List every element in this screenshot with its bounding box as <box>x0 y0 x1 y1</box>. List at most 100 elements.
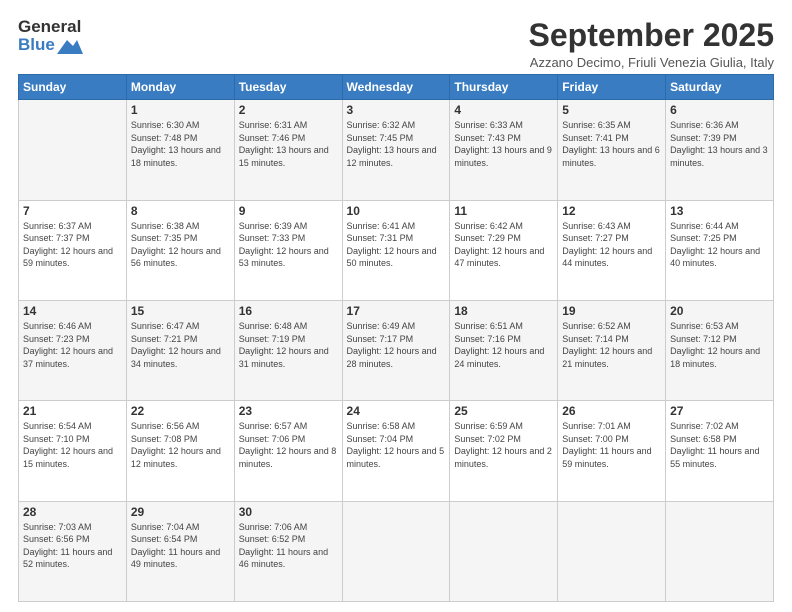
daylight-text: Daylight: 11 hours and 55 minutes. <box>670 445 769 470</box>
sunrise-text: Sunrise: 6:54 AM <box>23 420 122 433</box>
col-sunday: Sunday <box>19 75 127 100</box>
sunrise-text: Sunrise: 6:42 AM <box>454 220 553 233</box>
sunrise-text: Sunrise: 7:04 AM <box>131 521 230 534</box>
cell-content: Sunrise: 7:03 AM Sunset: 6:56 PM Dayligh… <box>23 521 122 571</box>
month-title: September 2025 <box>529 18 774 53</box>
table-row: 7 Sunrise: 6:37 AM Sunset: 7:37 PM Dayli… <box>19 200 127 300</box>
sunset-text: Sunset: 7:23 PM <box>23 333 122 346</box>
sunrise-text: Sunrise: 6:43 AM <box>562 220 661 233</box>
daylight-text: Daylight: 12 hours and 5 minutes. <box>347 445 446 470</box>
sunset-text: Sunset: 7:46 PM <box>239 132 338 145</box>
table-row: 5 Sunrise: 6:35 AM Sunset: 7:41 PM Dayli… <box>558 100 666 200</box>
sunset-text: Sunset: 7:08 PM <box>131 433 230 446</box>
daylight-text: Daylight: 12 hours and 40 minutes. <box>670 245 769 270</box>
table-row: 15 Sunrise: 6:47 AM Sunset: 7:21 PM Dayl… <box>126 300 234 400</box>
table-row: 21 Sunrise: 6:54 AM Sunset: 7:10 PM Dayl… <box>19 401 127 501</box>
table-row: 12 Sunrise: 6:43 AM Sunset: 7:27 PM Dayl… <box>558 200 666 300</box>
daylight-text: Daylight: 13 hours and 15 minutes. <box>239 144 338 169</box>
daylight-text: Daylight: 12 hours and 8 minutes. <box>239 445 338 470</box>
sunset-text: Sunset: 7:27 PM <box>562 232 661 245</box>
calendar-week-row: 1 Sunrise: 6:30 AM Sunset: 7:48 PM Dayli… <box>19 100 774 200</box>
daylight-text: Daylight: 12 hours and 31 minutes. <box>239 345 338 370</box>
cell-content: Sunrise: 6:38 AM Sunset: 7:35 PM Dayligh… <box>131 220 230 270</box>
day-number: 26 <box>562 404 661 418</box>
sunset-text: Sunset: 7:29 PM <box>454 232 553 245</box>
cell-content: Sunrise: 6:51 AM Sunset: 7:16 PM Dayligh… <box>454 320 553 370</box>
day-number: 14 <box>23 304 122 318</box>
sunrise-text: Sunrise: 6:36 AM <box>670 119 769 132</box>
daylight-text: Daylight: 12 hours and 21 minutes. <box>562 345 661 370</box>
day-number: 10 <box>347 204 446 218</box>
table-row: 10 Sunrise: 6:41 AM Sunset: 7:31 PM Dayl… <box>342 200 450 300</box>
table-row: 16 Sunrise: 6:48 AM Sunset: 7:19 PM Dayl… <box>234 300 342 400</box>
cell-content: Sunrise: 6:36 AM Sunset: 7:39 PM Dayligh… <box>670 119 769 169</box>
cell-content: Sunrise: 6:57 AM Sunset: 7:06 PM Dayligh… <box>239 420 338 470</box>
sunrise-text: Sunrise: 6:41 AM <box>347 220 446 233</box>
day-number: 5 <box>562 103 661 117</box>
cell-content: Sunrise: 6:43 AM Sunset: 7:27 PM Dayligh… <box>562 220 661 270</box>
sunset-text: Sunset: 7:25 PM <box>670 232 769 245</box>
daylight-text: Daylight: 13 hours and 3 minutes. <box>670 144 769 169</box>
daylight-text: Daylight: 11 hours and 59 minutes. <box>562 445 661 470</box>
sunrise-text: Sunrise: 6:58 AM <box>347 420 446 433</box>
table-row: 29 Sunrise: 7:04 AM Sunset: 6:54 PM Dayl… <box>126 501 234 601</box>
sunrise-text: Sunrise: 6:38 AM <box>131 220 230 233</box>
cell-content: Sunrise: 6:41 AM Sunset: 7:31 PM Dayligh… <box>347 220 446 270</box>
table-row: 25 Sunrise: 6:59 AM Sunset: 7:02 PM Dayl… <box>450 401 558 501</box>
day-number: 13 <box>670 204 769 218</box>
logo-icon <box>57 36 83 54</box>
table-row <box>342 501 450 601</box>
daylight-text: Daylight: 12 hours and 12 minutes. <box>131 445 230 470</box>
table-row: 22 Sunrise: 6:56 AM Sunset: 7:08 PM Dayl… <box>126 401 234 501</box>
sunset-text: Sunset: 6:52 PM <box>239 533 338 546</box>
daylight-text: Daylight: 11 hours and 52 minutes. <box>23 546 122 571</box>
day-number: 19 <box>562 304 661 318</box>
table-row: 14 Sunrise: 6:46 AM Sunset: 7:23 PM Dayl… <box>19 300 127 400</box>
day-number: 8 <box>131 204 230 218</box>
day-number: 20 <box>670 304 769 318</box>
sunset-text: Sunset: 7:33 PM <box>239 232 338 245</box>
day-number: 28 <box>23 505 122 519</box>
day-number: 4 <box>454 103 553 117</box>
day-number: 16 <box>239 304 338 318</box>
sunrise-text: Sunrise: 6:56 AM <box>131 420 230 433</box>
table-row <box>558 501 666 601</box>
sunset-text: Sunset: 7:14 PM <box>562 333 661 346</box>
sunset-text: Sunset: 7:41 PM <box>562 132 661 145</box>
table-row: 30 Sunrise: 7:06 AM Sunset: 6:52 PM Dayl… <box>234 501 342 601</box>
table-row: 8 Sunrise: 6:38 AM Sunset: 7:35 PM Dayli… <box>126 200 234 300</box>
cell-content: Sunrise: 6:37 AM Sunset: 7:37 PM Dayligh… <box>23 220 122 270</box>
day-number: 25 <box>454 404 553 418</box>
sunset-text: Sunset: 7:19 PM <box>239 333 338 346</box>
table-row: 24 Sunrise: 6:58 AM Sunset: 7:04 PM Dayl… <box>342 401 450 501</box>
cell-content: Sunrise: 6:35 AM Sunset: 7:41 PM Dayligh… <box>562 119 661 169</box>
title-block: September 2025 Azzano Decimo, Friuli Ven… <box>529 18 774 70</box>
daylight-text: Daylight: 13 hours and 6 minutes. <box>562 144 661 169</box>
table-row: 18 Sunrise: 6:51 AM Sunset: 7:16 PM Dayl… <box>450 300 558 400</box>
table-row: 28 Sunrise: 7:03 AM Sunset: 6:56 PM Dayl… <box>19 501 127 601</box>
sunset-text: Sunset: 7:39 PM <box>670 132 769 145</box>
sunrise-text: Sunrise: 6:33 AM <box>454 119 553 132</box>
daylight-text: Daylight: 11 hours and 49 minutes. <box>131 546 230 571</box>
day-number: 12 <box>562 204 661 218</box>
sunset-text: Sunset: 7:48 PM <box>131 132 230 145</box>
cell-content: Sunrise: 6:39 AM Sunset: 7:33 PM Dayligh… <box>239 220 338 270</box>
sunset-text: Sunset: 7:45 PM <box>347 132 446 145</box>
subtitle: Azzano Decimo, Friuli Venezia Giulia, It… <box>529 55 774 70</box>
sunrise-text: Sunrise: 6:31 AM <box>239 119 338 132</box>
day-number: 15 <box>131 304 230 318</box>
table-row: 6 Sunrise: 6:36 AM Sunset: 7:39 PM Dayli… <box>666 100 774 200</box>
col-friday: Friday <box>558 75 666 100</box>
cell-content: Sunrise: 6:56 AM Sunset: 7:08 PM Dayligh… <box>131 420 230 470</box>
table-row: 13 Sunrise: 6:44 AM Sunset: 7:25 PM Dayl… <box>666 200 774 300</box>
logo-general: General <box>18 18 83 36</box>
sunrise-text: Sunrise: 6:49 AM <box>347 320 446 333</box>
col-wednesday: Wednesday <box>342 75 450 100</box>
daylight-text: Daylight: 12 hours and 56 minutes. <box>131 245 230 270</box>
header: General Blue September 2025 Azzano Decim… <box>18 18 774 70</box>
sunrise-text: Sunrise: 6:37 AM <box>23 220 122 233</box>
day-number: 27 <box>670 404 769 418</box>
sunrise-text: Sunrise: 7:03 AM <box>23 521 122 534</box>
sunrise-text: Sunrise: 7:06 AM <box>239 521 338 534</box>
daylight-text: Daylight: 12 hours and 15 minutes. <box>23 445 122 470</box>
